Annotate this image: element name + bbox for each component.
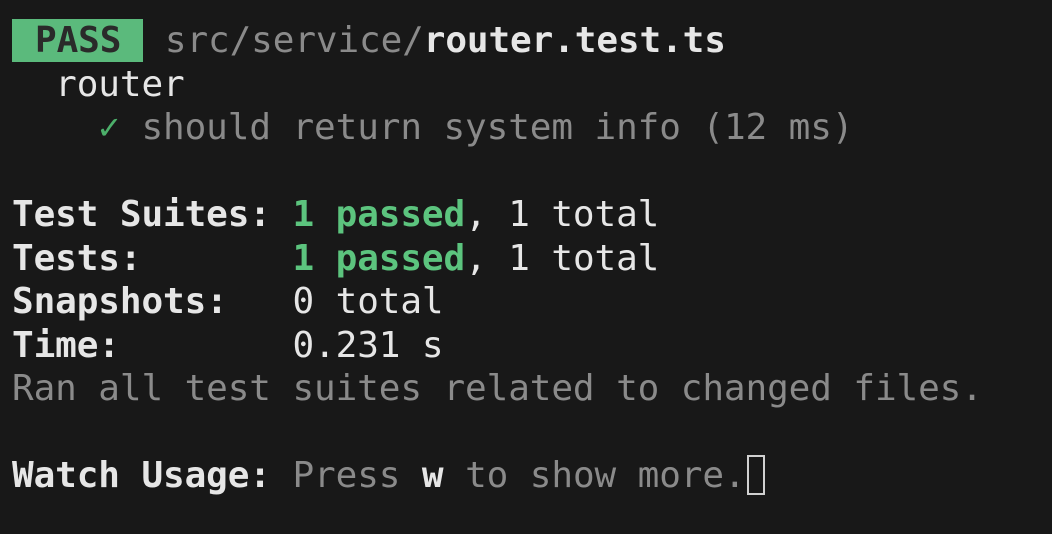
summary-note-text: Ran all test suites related to changed f… — [12, 368, 983, 409]
check-icon: ✓ — [98, 107, 120, 148]
summary-test-suites: Test Suites: 1 passed, 1 total — [12, 193, 1052, 237]
summary-snapshots-label: Snapshots: — [12, 281, 228, 322]
summary-tests: Tests: 1 passed, 1 total — [12, 237, 1052, 281]
summary-test-suites-passed: 1 passed — [292, 194, 466, 235]
summary-time-label: Time: — [12, 324, 120, 366]
describe-name: router — [55, 63, 185, 105]
summary-test-suites-total: , 1 total — [465, 194, 660, 235]
pass-badge: PASS — [12, 19, 144, 62]
test-case: ✓ should return system info (12 ms) — [12, 106, 1052, 150]
test-file-name: router.test.ts — [423, 20, 726, 61]
summary-time: Time: 0.231 s — [12, 324, 1052, 368]
summary-snapshots-value: 0 total — [292, 281, 444, 322]
test-file-header: PASS src/service/router.test.ts — [12, 19, 1052, 63]
test-case-name: should return system info — [141, 107, 681, 148]
summary-note: Ran all test suites related to changed f… — [12, 367, 1052, 411]
terminal-output[interactable]: PASS src/service/router.test.ts router ✓… — [12, 19, 1052, 534]
watch-usage: Watch Usage: Press w to show more. — [12, 454, 1052, 498]
summary-tests-passed: 1 passed — [292, 237, 466, 279]
watch-usage-suffix: to show more. — [443, 455, 746, 496]
watch-usage-prefix: Press — [292, 455, 422, 496]
describe-block: router — [12, 63, 1052, 107]
watch-usage-key: w — [421, 455, 444, 496]
summary-time-value: 0.231 s — [292, 324, 444, 366]
test-case-duration: (12 ms) — [702, 107, 854, 148]
terminal-cursor[interactable] — [746, 455, 765, 495]
summary-tests-label: Tests: — [12, 237, 142, 279]
summary-tests-total: , 1 total — [465, 237, 660, 279]
watch-usage-label: Watch Usage: — [12, 455, 271, 496]
summary-snapshots: Snapshots: 0 total — [12, 280, 1052, 324]
summary-test-suites-label: Test Suites: — [12, 194, 271, 235]
test-file-dir: src/service/ — [164, 20, 424, 61]
